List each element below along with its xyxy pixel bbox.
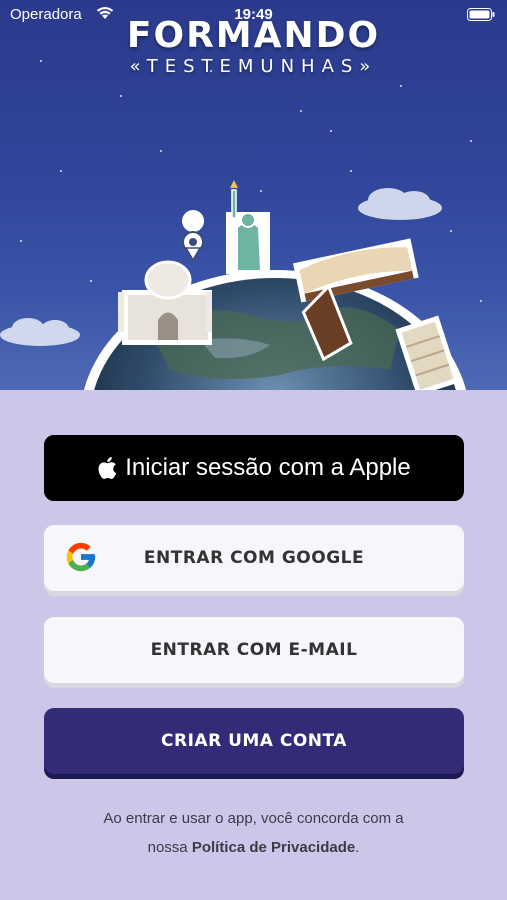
legal-suffix: . (355, 839, 360, 856)
create-account-button[interactable]: CRIAR UMA CONTA (44, 708, 464, 774)
google-signin-button[interactable]: ENTRAR COM GOOGLE (44, 525, 464, 591)
apple-icon (98, 457, 117, 479)
brand-subtitle: «TESTEMUNHAS» (129, 56, 378, 77)
privacy-policy-link[interactable]: Política de Privacidade (192, 839, 355, 856)
google-signin-label: ENTRAR COM GOOGLE (143, 548, 365, 568)
hero-banner: Operadora 19:49 FORMANDO «TESTEMUNHAS» (0, 0, 507, 390)
legal-line-1: Ao entrar e usar o app, você concorda co… (103, 810, 404, 827)
brand-title: FORMANDO (126, 15, 381, 56)
create-account-label: CRIAR UMA CONTA (161, 731, 347, 751)
email-signin-button[interactable]: ENTRAR COM E-MAIL (44, 617, 464, 683)
brand-logo: FORMANDO «TESTEMUNHAS» (0, 16, 507, 78)
apple-signin-label: Iniciar sessão com a Apple (125, 454, 411, 481)
legal-prefix: nossa (147, 839, 188, 856)
apple-signin-button[interactable]: Iniciar sessão com a Apple (44, 435, 464, 501)
legal-line-2: nossa Política de Privacidade. (0, 833, 507, 862)
google-icon (66, 542, 96, 572)
email-signin-label: ENTRAR COM E-MAIL (150, 640, 358, 660)
legal-notice: Ao entrar e usar o app, você concorda co… (0, 804, 507, 862)
